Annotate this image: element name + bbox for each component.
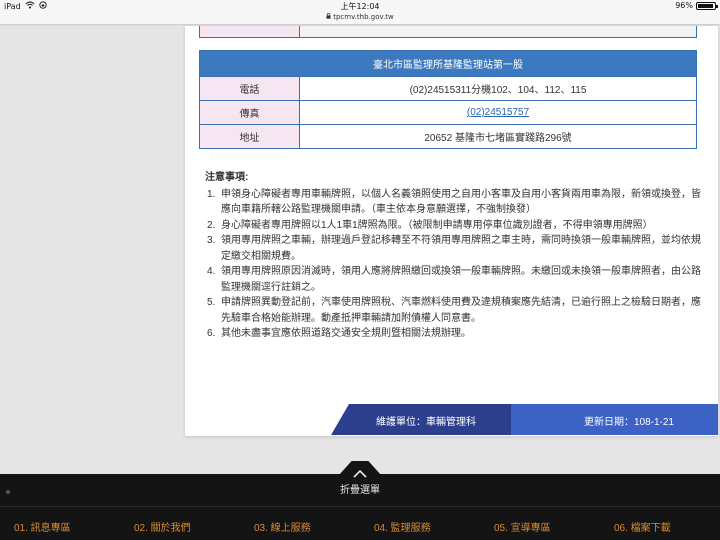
notes-list: 1. 申領身心障礙者專用車輛牌照，以個人名義領照使用之自用小客車及自用小客貨兩用車… [205,187,705,342]
fax-label: 傳真 [199,100,300,125]
table-row: 地址 20652 基隆市七堵區實踐路296號 [199,124,697,149]
page-footer-band: 維護單位：車輛管理科 更新日期：108-1-21 [331,404,718,435]
note-item: 5. 申請牌照異動登記前，汽車使用牌照稅、汽車燃料使用費及違規積案應先結清，已逾行… [205,295,705,326]
note-number: 2. [207,219,216,231]
content-card: 臺北市區監理所基隆監理站第一股 電話 (02)24515311分機102、104… [185,26,718,436]
note-number: 5. [207,297,216,308]
note-text: 申領身心障礙者專用車輛牌照，以個人名義領照使用之自用小客車及自用小客貨兩用車為限… [221,188,701,216]
updated-date-text: 更新日期：108-1-21 [583,417,674,428]
menu-item-motor-services[interactable]: 04. 監理服務 [360,507,480,540]
menu-item-promotion[interactable]: 05. 宣導專區 [480,507,600,540]
note-text: 其他未盡事宜應依照道路交通安全規則暨相關法規辦理。 [221,328,471,339]
note-number: 3. [207,235,216,246]
notes-heading: 注意事項: [205,172,249,183]
menu-dot [6,490,10,494]
url-bar[interactable]: tpcmv.thb.gov.tw [0,13,720,25]
note-text: 領用專用牌照之車輛，辦理過戶登記移轉至不符領用專用牌照之車主時，需同時換領一般車… [221,235,701,262]
battery-percent: 96% [675,1,693,10]
menu-item-downloads[interactable]: 06. 檔案下載 [600,507,720,540]
lock-icon [326,13,331,21]
station-table-title: 臺北市區監理所基隆監理站第一股 [199,50,697,77]
battery-icon [696,1,718,10]
note-item: 1. 申領身心障礙者專用車輛牌照，以個人名義領照使用之自用小客車及自用小客貨兩用車… [205,187,705,218]
phone-label: 電話 [199,76,300,101]
station-contact-table: 臺北市區監理所基隆監理站第一股 電話 (02)24515311分機102、104… [199,50,697,149]
url-text: tpcmv.thb.gov.tw [333,13,394,21]
note-item: 4. 領用專用牌照原因消滅時，領用人應將牌照繳回或換領一般車輛牌照。未繳回或未換領… [205,264,705,295]
note-text: 領用專用牌照原因消滅時，領用人應將牌照繳回或換領一般車輛牌照。未繳回或未換領一般… [221,266,701,293]
phone-value: (02)24515311分機102、104、112、115 [299,76,697,101]
fax-link[interactable]: (02)24515757 [299,100,697,125]
note-text: 身心障礙者專用牌照以1人1車1牌照為限。（被限制申請專用停車位識別證者，不得申領… [221,219,653,231]
notes-section: 注意事項: 1. 申領身心障礙者專用車輛牌照，以個人名義領照使用之自用小客車及自用… [205,170,705,342]
collapse-menu-button[interactable]: 折疊選單 [0,481,720,496]
menu-item-online-services[interactable]: 03. 線上服務 [240,507,360,540]
menu-item-about[interactable]: 02. 關於我們 [120,507,240,540]
clock: 上午12:04 [340,2,380,11]
maintainer-text: 維護單位：車輛管理科 [376,417,476,428]
table-row: 傳真 (02)24515757 [199,100,697,125]
status-bar: iPad 上午12:04 96% [0,0,720,13]
chevron-up-icon[interactable] [352,464,368,478]
menu-items: 01. 訊息專區 02. 關於我們 03. 線上服務 04. 監理服務 05. … [0,506,720,540]
address-value: 20652 基隆市七堵區實踐路296號 [299,124,697,149]
note-item: 3. 領用專用牌照之車輛，辦理過戶登記移轉至不符領用專用牌照之車主時，需同時換領一… [205,233,705,264]
note-text: 申請牌照異動登記前，汽車使用牌照稅、汽車燃料使用費及違規積案應先結清，已逾行照上… [221,297,701,324]
menu-item-news[interactable]: 01. 訊息專區 [0,507,120,540]
address-label: 地址 [199,124,300,149]
note-number: 6. [207,328,216,339]
note-item: 6. 其他未盡事宜應依照道路交通安全規則暨相關法規辦理。 [205,326,705,342]
table-row: 電話 (02)24515311分機102、104、112、115 [199,76,697,101]
previous-table-remnant [199,26,697,38]
note-number: 1. [207,188,216,200]
note-number: 4. [207,266,216,277]
note-item: 2. 身心障礙者專用牌照以1人1車1牌照為限。（被限制申請專用停車位識別證者，不得… [205,218,705,234]
